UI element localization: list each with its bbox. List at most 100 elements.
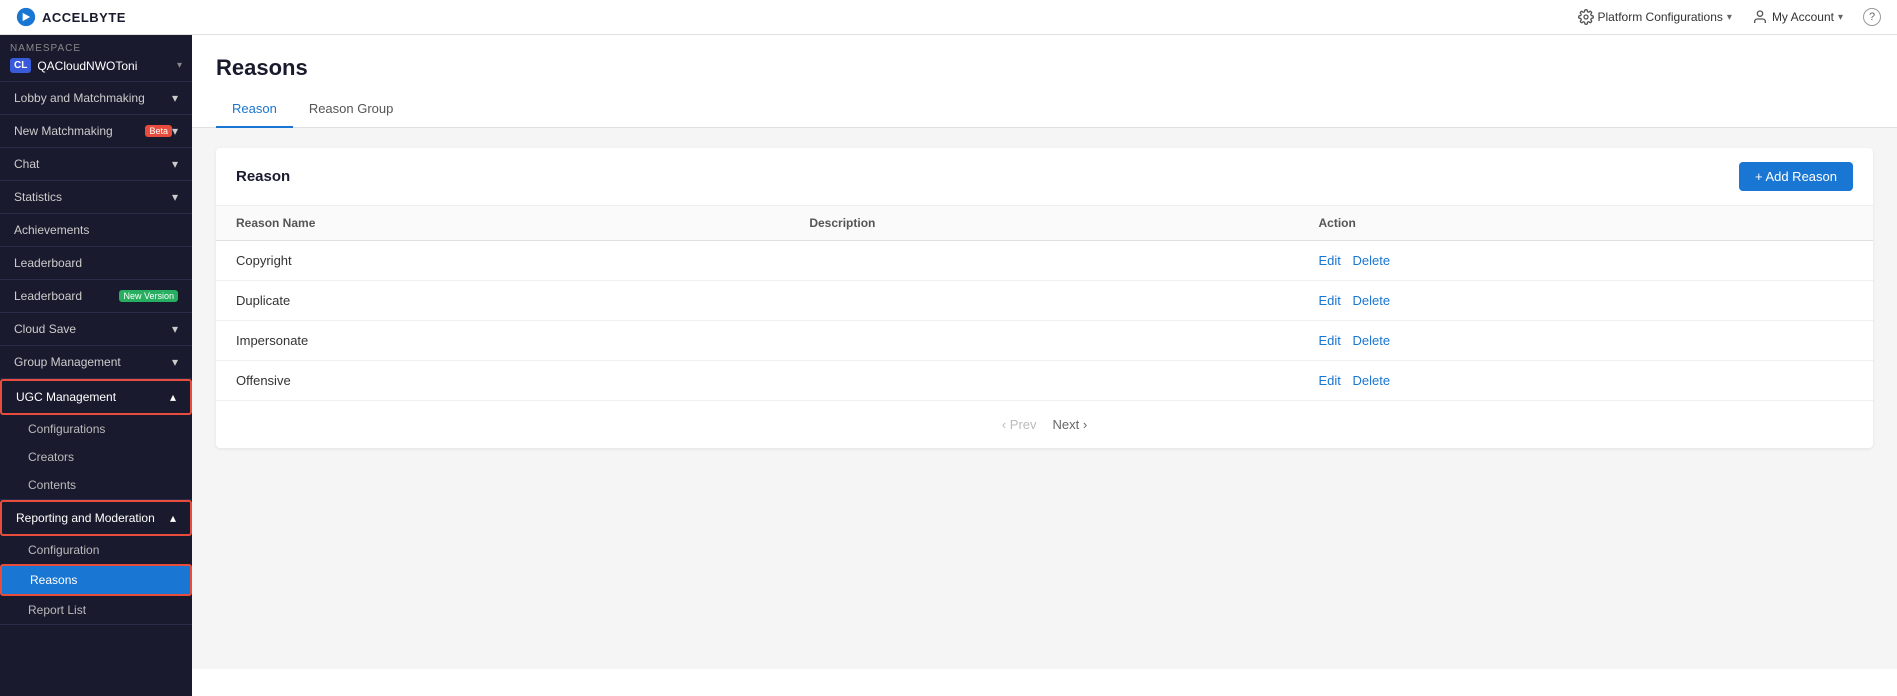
namespace-name: QACloudNWOToni bbox=[37, 59, 171, 73]
cell-reason-name-2: Impersonate bbox=[216, 321, 789, 361]
account-icon bbox=[1752, 9, 1768, 25]
nav-group-chat: Chat ▾ bbox=[0, 148, 192, 181]
topbar: ACCELBYTE Platform Configurations ▾ My A… bbox=[0, 0, 1897, 35]
edit-link-3[interactable]: Edit bbox=[1319, 373, 1341, 388]
nav-group-achievements: Achievements bbox=[0, 214, 192, 247]
nav-group-cloud-save: Cloud Save ▾ bbox=[0, 313, 192, 346]
edit-link-0[interactable]: Edit bbox=[1319, 253, 1341, 268]
nav-group-new-matchmaking: New Matchmaking Beta ▾ bbox=[0, 115, 192, 148]
platform-config-label: Platform Configurations bbox=[1598, 10, 1723, 24]
nav-group-lobby: Lobby and Matchmaking ▾ bbox=[0, 82, 192, 115]
cell-action-1: Edit Delete bbox=[1299, 281, 1873, 321]
cell-reason-name-3: Offensive bbox=[216, 361, 789, 401]
cell-description-3 bbox=[789, 361, 1298, 401]
beta-badge: Beta bbox=[145, 125, 172, 137]
cell-description-0 bbox=[789, 241, 1298, 281]
col-header-reason-name: Reason Name bbox=[216, 206, 789, 241]
nav-group-ugc: UGC Management ▴ Configurations Creators… bbox=[0, 379, 192, 500]
topbar-right: Platform Configurations ▾ My Account ▾ ? bbox=[1578, 8, 1881, 26]
sidebar-item-rm-reasons[interactable]: Reasons bbox=[0, 564, 192, 596]
sidebar-item-leaderboard-new[interactable]: Leaderboard New Version bbox=[0, 280, 192, 312]
sidebar-item-achievements[interactable]: Achievements bbox=[0, 214, 192, 246]
nav-group-statistics: Statistics ▾ bbox=[0, 181, 192, 214]
logo: ACCELBYTE bbox=[16, 7, 126, 27]
sidebar-item-lobby[interactable]: Lobby and Matchmaking ▾ bbox=[0, 82, 192, 114]
reasons-table: Reason Name Description Action bbox=[216, 206, 1873, 400]
platform-config-menu[interactable]: Platform Configurations ▾ bbox=[1578, 9, 1732, 25]
sidebar-item-statistics[interactable]: Statistics ▾ bbox=[0, 181, 192, 213]
sidebar-item-rm-configuration[interactable]: Configuration bbox=[0, 536, 192, 564]
cell-reason-name-1: Duplicate bbox=[216, 281, 789, 321]
tabs: Reason Reason Group bbox=[192, 91, 1897, 128]
delete-link-2[interactable]: Delete bbox=[1353, 333, 1391, 348]
add-reason-button[interactable]: + Add Reason bbox=[1739, 162, 1853, 191]
page-header: Reasons bbox=[192, 35, 1897, 91]
delete-link-1[interactable]: Delete bbox=[1353, 293, 1391, 308]
sidebar-item-new-matchmaking[interactable]: New Matchmaking Beta ▾ bbox=[0, 115, 192, 147]
cell-action-0: Edit Delete bbox=[1299, 241, 1873, 281]
sidebar-item-ugc-creators[interactable]: Creators bbox=[0, 443, 192, 471]
nav-group-reporting: Reporting and Moderation ▴ Configuration… bbox=[0, 500, 192, 625]
pagination: ‹ Prev Next › bbox=[216, 400, 1873, 448]
gear-icon bbox=[1578, 9, 1594, 25]
table-row: Impersonate Edit Delete bbox=[216, 321, 1873, 361]
sidebar-item-ugc-management[interactable]: UGC Management ▴ bbox=[0, 379, 192, 415]
chevron-down-icon: ▾ bbox=[172, 322, 178, 336]
page-title: Reasons bbox=[216, 55, 1873, 81]
sidebar: NAMESPACE CL QACloudNWOToni ▾ Lobby and … bbox=[0, 35, 192, 696]
nav-group-leaderboard1: Leaderboard bbox=[0, 247, 192, 280]
account-menu[interactable]: My Account ▾ bbox=[1752, 9, 1843, 25]
sidebar-item-cloud-save[interactable]: Cloud Save ▾ bbox=[0, 313, 192, 345]
account-label: My Account bbox=[1772, 10, 1834, 24]
cell-action-2: Edit Delete bbox=[1299, 321, 1873, 361]
cell-description-2 bbox=[789, 321, 1298, 361]
chevron-down-icon: ▾ bbox=[172, 157, 178, 171]
edit-link-2[interactable]: Edit bbox=[1319, 333, 1341, 348]
logo-text: ACCELBYTE bbox=[42, 10, 126, 25]
prev-button[interactable]: ‹ Prev bbox=[1002, 417, 1037, 432]
main-inner: Reasons Reason Reason Group Reason + Add… bbox=[192, 35, 1897, 696]
tab-reason[interactable]: Reason bbox=[216, 91, 293, 128]
accelbyte-logo-icon bbox=[16, 7, 36, 27]
namespace-selector[interactable]: CL QACloudNWOToni ▾ bbox=[10, 58, 182, 73]
new-version-badge: New Version bbox=[119, 290, 178, 302]
chevron-down-icon: ▾ bbox=[172, 124, 178, 138]
sidebar-item-leaderboard[interactable]: Leaderboard bbox=[0, 247, 192, 279]
chevron-down-icon: ▾ bbox=[172, 355, 178, 369]
edit-link-1[interactable]: Edit bbox=[1319, 293, 1341, 308]
section-card-title: Reason bbox=[236, 168, 290, 185]
platform-config-chevron: ▾ bbox=[1727, 12, 1732, 23]
cell-description-1 bbox=[789, 281, 1298, 321]
account-chevron: ▾ bbox=[1838, 12, 1843, 23]
col-header-description: Description bbox=[789, 206, 1298, 241]
namespace-label: NAMESPACE bbox=[10, 43, 182, 54]
help-icon[interactable]: ? bbox=[1863, 8, 1881, 26]
nav-group-group-management: Group Management ▾ bbox=[0, 346, 192, 379]
nav-group-leaderboard2: Leaderboard New Version bbox=[0, 280, 192, 313]
table-row: Copyright Edit Delete bbox=[216, 241, 1873, 281]
next-button[interactable]: Next › bbox=[1053, 417, 1088, 432]
col-header-action: Action bbox=[1299, 206, 1873, 241]
reason-section-card: Reason + Add Reason Reason Name bbox=[216, 148, 1873, 448]
sidebar-item-group-management[interactable]: Group Management ▾ bbox=[0, 346, 192, 378]
tab-reason-group[interactable]: Reason Group bbox=[293, 91, 410, 128]
sidebar-item-ugc-contents[interactable]: Contents bbox=[0, 471, 192, 499]
cell-reason-name-0: Copyright bbox=[216, 241, 789, 281]
namespace-section: NAMESPACE CL QACloudNWOToni ▾ bbox=[0, 35, 192, 82]
chevron-down-icon: ▾ bbox=[172, 190, 178, 204]
chevron-down-icon: ▾ bbox=[172, 91, 178, 105]
section-card-header: Reason + Add Reason bbox=[216, 148, 1873, 206]
content-area: Reason + Add Reason Reason Name bbox=[192, 128, 1897, 669]
sidebar-item-reporting-moderation[interactable]: Reporting and Moderation ▴ bbox=[0, 500, 192, 536]
chevron-up-icon: ▴ bbox=[170, 511, 176, 525]
sidebar-item-ugc-configurations[interactable]: Configurations bbox=[0, 415, 192, 443]
namespace-badge: CL bbox=[10, 58, 31, 73]
main-content: Reasons Reason Reason Group Reason + Add… bbox=[192, 35, 1897, 696]
chevron-up-icon: ▴ bbox=[170, 390, 176, 404]
namespace-chevron: ▾ bbox=[177, 60, 182, 71]
table-row: Duplicate Edit Delete bbox=[216, 281, 1873, 321]
sidebar-item-chat[interactable]: Chat ▾ bbox=[0, 148, 192, 180]
sidebar-item-rm-report-list[interactable]: Report List bbox=[0, 596, 192, 624]
delete-link-0[interactable]: Delete bbox=[1353, 253, 1391, 268]
delete-link-3[interactable]: Delete bbox=[1353, 373, 1391, 388]
